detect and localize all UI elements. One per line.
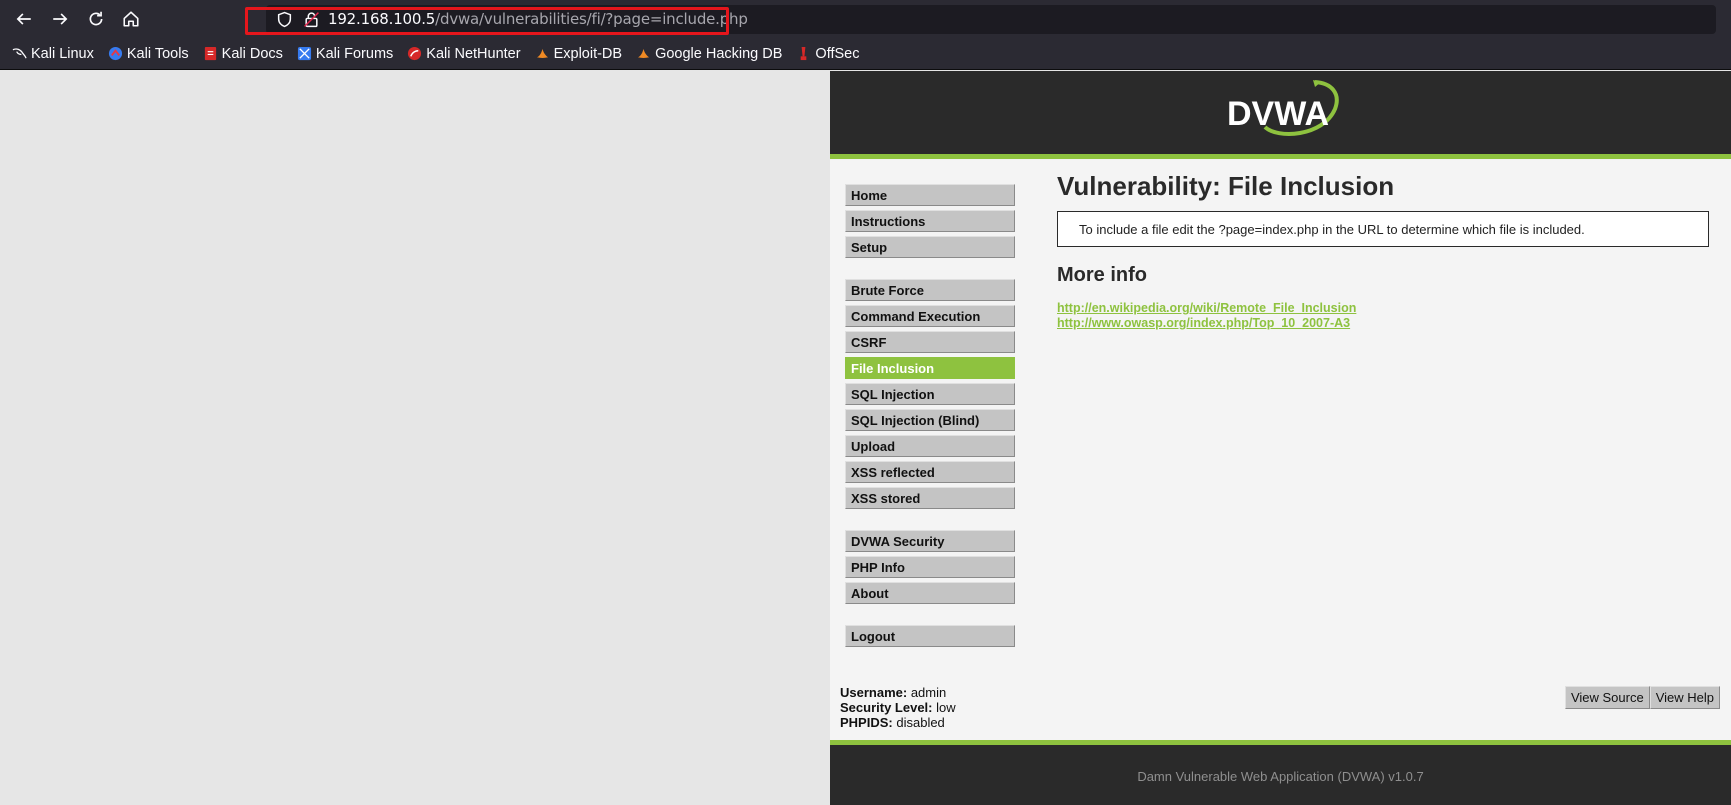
menu-separator [845,513,1015,530]
view-source-button[interactable]: View Source [1564,686,1650,709]
menu-item-xss-reflected[interactable]: XSS reflected [845,461,1015,483]
menu-item-file-inclusion[interactable]: File Inclusion [845,357,1015,379]
view-help-button[interactable]: View Help [1649,686,1720,709]
link-owasp-top10[interactable]: http://www.owasp.org/index.php/Top_10_20… [1057,316,1350,330]
menu-item-upload[interactable]: Upload [845,435,1015,457]
menu-item-csrf[interactable]: CSRF [845,331,1015,353]
menu-separator [845,608,1015,625]
source-help-buttons: View Source View Help [1564,686,1720,709]
username-row: Username: admin [840,685,956,700]
arrow-right-icon [53,13,68,25]
menu-item-home[interactable]: Home [845,184,1015,206]
logo-text: DVWA [1227,95,1329,133]
kali-tools-icon [108,46,122,61]
menu-item-brute-force[interactable]: Brute Force [845,279,1015,301]
bookmark-label: Kali Tools [126,45,189,62]
bookmarks-bar: Kali Linux Kali Tools Kali Docs Kali For… [0,38,1731,70]
phpids-label: PHPIDS: [840,715,893,730]
home-button[interactable] [117,5,145,33]
menu-item-php-info[interactable]: PHP Info [845,556,1015,578]
page-header: DVWA [830,71,1731,159]
sidebar-menu: Home Instructions Setup Brute Force Comm… [845,184,1015,651]
username-label: Username: [840,685,908,700]
bookmark-label: Kali NetHunter [426,45,521,62]
phpids-value: disabled [896,715,945,730]
kali-dragon-icon [12,48,27,59]
offsec-icon [801,46,807,61]
user-info: Username: admin Security Level: low PHPI… [840,685,956,730]
arrow-left-icon [16,13,31,25]
menu-item-dvwa-security[interactable]: DVWA Security [845,530,1015,552]
menu-item-sql-injection-blind[interactable]: SQL Injection (Blind) [845,409,1015,431]
menu-item-logout[interactable]: Logout [845,625,1015,647]
link-wikipedia-rfi[interactable]: http://en.wikipedia.org/wiki/Remote_File… [1057,301,1356,315]
page-title: Vulnerability: File Inclusion [1057,171,1395,201]
dvwa-page: DVWA Home Instructions Setup Brute Force… [830,71,1731,805]
back-button[interactable] [10,5,38,33]
kali-forums-icon [297,46,311,61]
bookmark-label: Kali Docs [221,45,283,62]
security-level-value: low [936,700,956,715]
phpids-row: PHPIDS: disabled [840,715,956,730]
info-box: To include a file edit the ?page=index.p… [1057,211,1709,247]
menu-item-setup[interactable]: Setup [845,236,1015,258]
nethunter-icon [408,46,422,61]
bookmark-exploit-db[interactable]: Exploit-DB [535,45,623,62]
bookmark-label: Kali Forums [315,45,394,62]
url-highlight-annotation [245,7,729,35]
page-footer: Damn Vulnerable Web Application (DVWA) v… [830,740,1731,805]
exploit-db-icon [536,48,548,58]
info-text: To include a file edit the ?page=index.p… [1079,222,1585,237]
bookmark-google-hacking-db[interactable]: Google Hacking DB [636,46,782,62]
username-value: admin [910,685,947,700]
ghdb-icon [637,48,650,58]
bookmark-label: Exploit-DB [553,45,623,62]
forward-button[interactable] [46,5,74,33]
bookmark-label: Google Hacking DB [655,45,783,62]
more-info-heading: More info [1057,264,1147,286]
menu-item-command-execution[interactable]: Command Execution [845,305,1015,327]
menu-item-about[interactable]: About [845,582,1015,604]
kali-docs-icon [204,46,216,61]
dvwa-logo: DVWA [1227,80,1339,136]
bookmark-offsec[interactable]: OffSec [796,46,859,62]
footer-text: Damn Vulnerable Web Application (DVWA) v… [1137,769,1424,784]
reload-button[interactable] [82,5,110,33]
security-level-label: Security Level: [840,700,933,715]
menu-item-instructions[interactable]: Instructions [845,210,1015,232]
home-icon [123,11,139,27]
browser-toolbar: 192.168.100.5/dvwa/vulnerabilities/fi/?p… [0,0,1731,38]
bookmark-kali-docs[interactable]: Kali Docs [203,46,283,62]
menu-item-sql-injection[interactable]: SQL Injection [845,383,1015,405]
bookmark-label: Kali Linux [31,45,94,62]
reload-icon [89,11,103,26]
bookmark-label: OffSec [815,45,860,62]
bookmark-kali-nethunter[interactable]: Kali NetHunter [407,45,521,62]
bookmark-kali-tools[interactable]: Kali Tools [108,46,189,62]
bookmark-kali-linux[interactable]: Kali Linux [12,46,94,62]
security-level-row: Security Level: low [840,700,956,715]
menu-separator [845,262,1015,279]
menu-item-xss-stored[interactable]: XSS stored [845,487,1015,509]
bookmark-kali-forums[interactable]: Kali Forums [297,46,393,62]
